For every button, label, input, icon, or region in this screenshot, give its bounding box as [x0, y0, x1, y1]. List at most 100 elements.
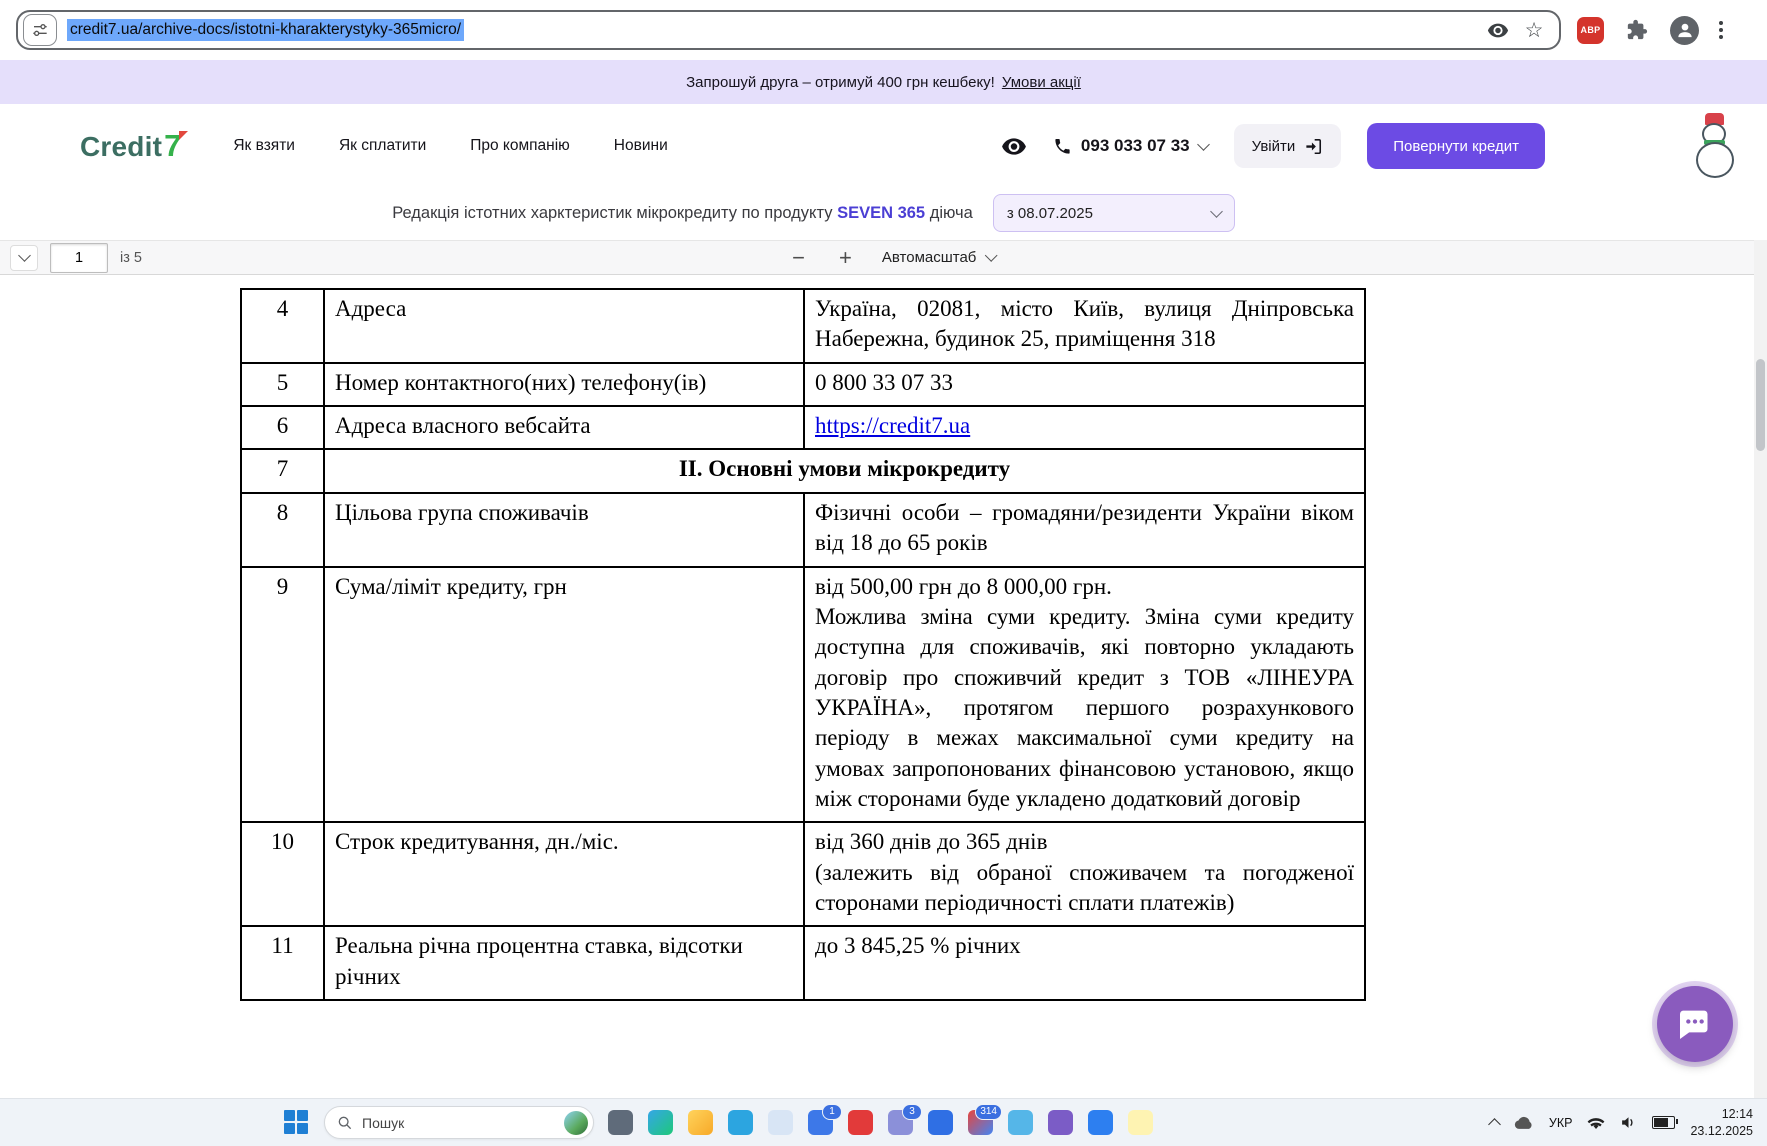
row-number-cell: 11 [240, 925, 325, 1002]
extensions-puzzle-icon[interactable] [1624, 17, 1650, 43]
messenger-icon[interactable] [1088, 1109, 1114, 1136]
pdf-sidebar-toggle[interactable] [10, 244, 38, 271]
chat-bubble-icon [1680, 1010, 1708, 1039]
row-label-cell: Реальна річна процентна ставка, відсотки… [323, 925, 805, 1002]
edition-date-dropdown[interactable]: з 08.07.2025 [992, 194, 1235, 232]
windows-taskbar: Пошук 1 3 314 УКР 12:14 23.12.2025 [0, 1098, 1767, 1146]
section-title-cell: ІІ. Основні умови мікрокредиту [323, 448, 1366, 494]
mail-icon[interactable]: 1 [808, 1103, 842, 1136]
row-value-cell: Україна, 02081, місто Київ, вулиця Дніпр… [803, 288, 1366, 364]
chrome-icon[interactable]: 314 [968, 1103, 1002, 1136]
row-value-cell: від 360 днів до 365 днів (залежить від о… [803, 821, 1366, 928]
chevron-down-icon [984, 249, 998, 262]
notes-icon[interactable] [1128, 1109, 1154, 1136]
return-credit-button[interactable]: Повернути кредит [1367, 123, 1545, 169]
table-row: 8 Цільова група споживачів Фізичні особи… [240, 491, 1366, 568]
credit7-logo[interactable]: Credit 7 [80, 128, 189, 164]
snowman-decoration [1689, 113, 1741, 179]
main-navigation: Як взяти Як сплатити Про компанію Новини [233, 137, 667, 155]
table-row: 6 Адреса власного вебсайта https://credi… [240, 405, 1366, 451]
document-subheader: Редакція істотних харктеристик мікрокред… [0, 188, 1767, 238]
website-link[interactable]: https://credit7.ua [815, 413, 970, 438]
pdf-viewer-toolbar: із 5 − + Автомасштаб [0, 240, 1767, 275]
nav-news[interactable]: Новини [614, 137, 668, 155]
taskbar-search[interactable]: Пошук [324, 1106, 594, 1139]
taskbar-app-icons: 1 3 314 [608, 1103, 1154, 1136]
row-label-cell: Адреса власного вебсайта [323, 405, 805, 451]
file-explorer-icon[interactable] [688, 1109, 714, 1136]
phone-dropdown[interactable]: 093 033 07 33 [1053, 136, 1210, 156]
profile-avatar[interactable] [1670, 15, 1699, 45]
zoom-mode-dropdown[interactable]: Автомасштаб [881, 249, 998, 266]
row-number-cell: 7 [240, 448, 325, 494]
row-value-cell: Фізичні особи – громадяни/резиденти Укра… [803, 491, 1366, 568]
preview-eye-icon[interactable] [1485, 17, 1511, 43]
scrollbar-thumb[interactable] [1756, 359, 1765, 451]
login-label: Увійти [1251, 137, 1296, 155]
table-row: 9 Сума/ліміт кредиту, грн від 500,00 грн… [240, 565, 1366, 824]
battery-icon[interactable] [1652, 1116, 1679, 1129]
promo-terms-link[interactable]: Умови акції [1002, 74, 1081, 91]
phone-number: 093 033 07 33 [1080, 136, 1190, 155]
language-indicator[interactable]: УКР [1549, 1116, 1573, 1130]
document-table: 4 Адреса Україна, 02081, місто Київ, вул… [240, 288, 1366, 1002]
dropbox-icon[interactable] [928, 1109, 954, 1136]
widgets-icon[interactable] [608, 1109, 634, 1136]
login-button[interactable]: Увійти [1233, 124, 1342, 168]
skype-icon[interactable] [1008, 1109, 1034, 1136]
opera-icon[interactable] [848, 1109, 874, 1136]
notification-badge: 314 [975, 1103, 1002, 1120]
pdf-scrollbar[interactable] [1754, 240, 1767, 1098]
nav-how-to-get[interactable]: Як взяти [233, 137, 295, 155]
row-number-cell: 6 [240, 405, 325, 451]
tray-overflow-chevron-icon[interactable] [1488, 1116, 1501, 1131]
row-value-cell: до 3 845,25 % річних [803, 925, 1366, 1002]
site-settings-chip[interactable] [23, 14, 57, 46]
page-count-label: із 5 [120, 249, 142, 266]
row-label-cell: Цільова група споживачів [323, 491, 805, 568]
row-value-cell: https://credit7.ua [803, 405, 1366, 451]
notification-badge: 3 [902, 1103, 922, 1120]
tune-icon [33, 23, 47, 36]
site-header: Credit 7 Як взяти Як сплатити Про компан… [0, 104, 1767, 188]
contacts-icon[interactable]: 3 [888, 1103, 922, 1136]
table-row: 10 Строк кредитування, дн./міс. від 360 … [240, 821, 1366, 928]
row-label-cell: Строк кредитування, дн./міс. [323, 821, 805, 928]
nav-how-to-pay[interactable]: Як сплатити [339, 137, 426, 155]
start-button[interactable] [284, 1109, 310, 1136]
browser-menu-icon[interactable] [1719, 21, 1723, 39]
weather-icon [564, 1110, 588, 1135]
address-bar[interactable]: credit7.ua/archive-docs/istotni-kharakte… [16, 10, 1561, 50]
zoom-out-button[interactable]: − [788, 246, 809, 269]
accessibility-eye-icon[interactable] [1001, 133, 1027, 159]
url-text[interactable]: credit7.ua/archive-docs/istotni-kharakte… [67, 19, 465, 41]
row-number-cell: 9 [240, 565, 325, 824]
promo-text: Запрошуй друга – отримуй 400 грн кешбеку… [686, 73, 995, 91]
table-row: 11 Реальна річна процентна ставка, відсо… [240, 925, 1366, 1002]
zoom-in-button[interactable]: + [835, 246, 856, 269]
wifi-icon[interactable] [1587, 1116, 1605, 1130]
chat-widget-button[interactable] [1657, 986, 1733, 1062]
row-number-cell: 10 [240, 821, 325, 928]
telegram-icon[interactable] [728, 1109, 754, 1136]
onedrive-cloud-icon[interactable] [1514, 1116, 1534, 1130]
volume-icon[interactable] [1620, 1115, 1637, 1130]
row-number-cell: 8 [240, 491, 325, 568]
edition-date-value: з 08.07.2025 [1006, 204, 1093, 222]
chevron-down-icon [1209, 204, 1223, 218]
row-value-cell: від 500,00 грн до 8 000,00 грн. Можлива … [803, 565, 1366, 824]
store-icon[interactable] [768, 1109, 794, 1136]
chevron-down-icon [1196, 137, 1210, 151]
taskbar-clock[interactable]: 12:14 23.12.2025 [1690, 1106, 1753, 1139]
search-label: Пошук [362, 1114, 405, 1131]
nav-about-company[interactable]: Про компанію [470, 137, 570, 155]
viber-icon[interactable] [1048, 1109, 1074, 1136]
adblock-icon[interactable]: ABP [1577, 16, 1604, 44]
edge-icon[interactable] [648, 1109, 674, 1136]
page-number-input[interactable] [50, 242, 108, 273]
table-row: 7 ІІ. Основні умови мікрокредиту [240, 448, 1366, 494]
bookmark-star-icon[interactable]: ☆ [1521, 17, 1547, 43]
zoom-mode-label: Автомасштаб [881, 249, 977, 266]
browser-toolbar: credit7.ua/archive-docs/istotni-kharakte… [0, 0, 1767, 60]
system-tray: УКР 12:14 23.12.2025 [1488, 1106, 1767, 1139]
